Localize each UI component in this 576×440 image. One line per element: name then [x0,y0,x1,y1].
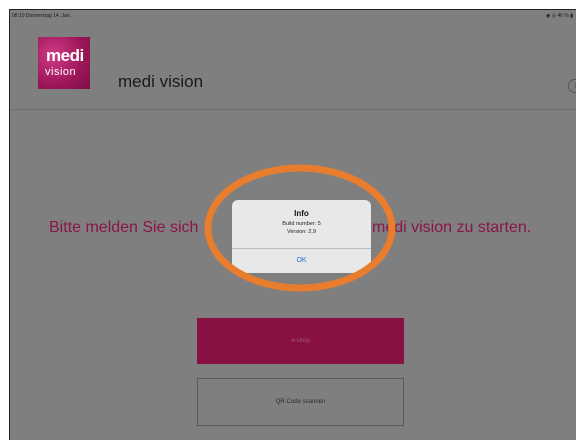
login-prompt-left: Bitte melden Sie sich [49,219,199,236]
app-title: medi vision [118,72,204,91]
dialog-ok-button[interactable]: OK [232,249,371,273]
app-header [10,22,576,109]
info-circle-icon[interactable]: i [568,79,576,93]
status-indicators: ◉ ◎ 46 % ▮ [545,13,573,19]
login-prompt-right: medi vision zu starten. [372,219,532,236]
eshop-button[interactable]: e-shop [197,318,404,364]
medi-vision-logo: medi vision [38,37,90,89]
status-time-date: 08:10 Donnerstag 14. Jan. [12,13,71,19]
dialog-build-number: Build number: 5 [282,221,321,227]
info-dialog: Info Build number: 5 Version: 2.9 OK [232,200,371,273]
logo-text-top: medi [46,46,84,65]
header-divider [10,109,576,110]
qr-scan-button[interactable]: QR-Code scannen [197,378,404,426]
app-frame: 08:10 Donnerstag 14. Jan. ◉ ◎ 46 % ▮ med… [9,9,576,440]
logo-text-bottom: vision [45,66,77,78]
status-bar: 08:10 Donnerstag 14. Jan. ◉ ◎ 46 % ▮ [10,10,576,22]
dialog-version: Version: 2.9 [286,229,317,235]
dialog-title: Info [294,209,309,218]
